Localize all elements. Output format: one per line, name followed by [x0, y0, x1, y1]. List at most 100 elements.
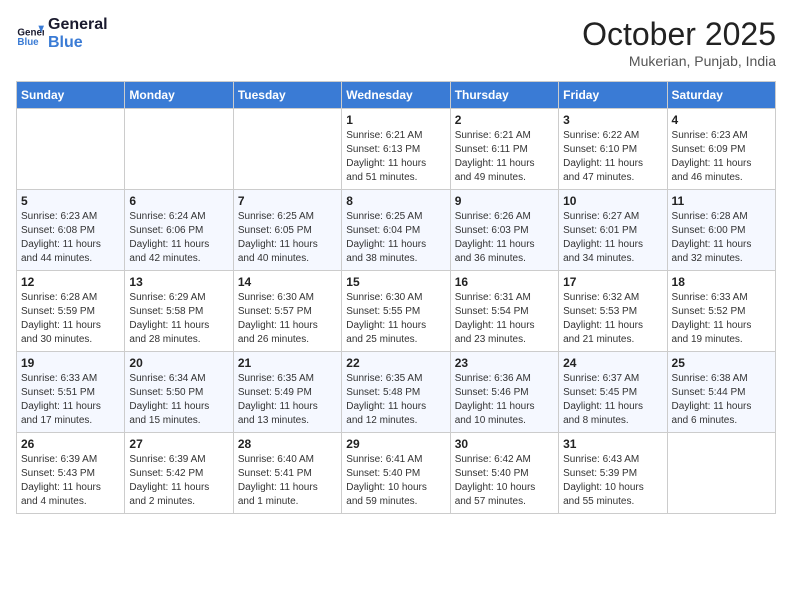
- calendar-cell: 24 Sunrise: 6:37 AM Sunset: 5:45 PM Dayli…: [559, 352, 667, 433]
- calendar-week-3: 12 Sunrise: 6:28 AM Sunset: 5:59 PM Dayli…: [17, 271, 776, 352]
- calendar-cell: 25 Sunrise: 6:38 AM Sunset: 5:44 PM Dayli…: [667, 352, 775, 433]
- day-info: Sunrise: 6:25 AM Sunset: 6:04 PM Dayligh…: [346, 210, 445, 266]
- day-number: 28: [238, 437, 337, 451]
- day-info: Sunrise: 6:36 AM Sunset: 5:46 PM Dayligh…: [455, 372, 554, 428]
- day-number: 17: [563, 275, 662, 289]
- day-info: Sunrise: 6:30 AM Sunset: 5:57 PM Dayligh…: [238, 291, 337, 347]
- day-info: Sunrise: 6:31 AM Sunset: 5:54 PM Dayligh…: [455, 291, 554, 347]
- day-number: 18: [672, 275, 771, 289]
- calendar-week-2: 5 Sunrise: 6:23 AM Sunset: 6:08 PM Daylig…: [17, 190, 776, 271]
- day-info: Sunrise: 6:21 AM Sunset: 6:13 PM Dayligh…: [346, 129, 445, 185]
- day-number: 19: [21, 356, 120, 370]
- day-info: Sunrise: 6:28 AM Sunset: 6:00 PM Dayligh…: [672, 210, 771, 266]
- day-info: Sunrise: 6:41 AM Sunset: 5:40 PM Dayligh…: [346, 453, 445, 509]
- calendar-cell: 5 Sunrise: 6:23 AM Sunset: 6:08 PM Daylig…: [17, 190, 125, 271]
- weekday-header-row: SundayMondayTuesdayWednesdayThursdayFrid…: [17, 82, 776, 109]
- calendar-cell: 29 Sunrise: 6:41 AM Sunset: 5:40 PM Dayli…: [342, 433, 450, 514]
- calendar-cell: 22Sunrise: 6:35 AM Sunset: 5:48 PM Dayli…: [342, 352, 450, 433]
- page-header: General Blue General Blue October 2025 M…: [16, 16, 776, 69]
- weekday-saturday: Saturday: [667, 82, 775, 109]
- day-info: Sunrise: 6:23 AM Sunset: 6:09 PM Dayligh…: [672, 129, 771, 185]
- calendar-cell: 3Sunrise: 6:22 AM Sunset: 6:10 PM Daylig…: [559, 109, 667, 190]
- calendar-week-1: 1 Sunrise: 6:21 AM Sunset: 6:13 PM Daylig…: [17, 109, 776, 190]
- day-info: Sunrise: 6:34 AM Sunset: 5:50 PM Dayligh…: [129, 372, 228, 428]
- day-number: 13: [129, 275, 228, 289]
- day-number: 26: [21, 437, 120, 451]
- calendar-cell: 20 Sunrise: 6:34 AM Sunset: 5:50 PM Dayli…: [125, 352, 233, 433]
- calendar-week-4: 19 Sunrise: 6:33 AM Sunset: 5:51 PM Dayli…: [17, 352, 776, 433]
- calendar-cell: 26 Sunrise: 6:39 AM Sunset: 5:43 PM Dayli…: [17, 433, 125, 514]
- day-info: Sunrise: 6:21 AM Sunset: 6:11 PM Dayligh…: [455, 129, 554, 185]
- calendar-cell: 17 Sunrise: 6:32 AM Sunset: 5:53 PM Dayli…: [559, 271, 667, 352]
- logo-line1: General: [48, 16, 108, 34]
- logo: General Blue General Blue: [16, 16, 108, 52]
- day-info: Sunrise: 6:30 AM Sunset: 5:55 PM Dayligh…: [346, 291, 445, 347]
- day-info: Sunrise: 6:43 AM Sunset: 5:39 PM Dayligh…: [563, 453, 662, 509]
- day-info: Sunrise: 6:23 AM Sunset: 6:08 PM Dayligh…: [21, 210, 120, 266]
- day-number: 12: [21, 275, 120, 289]
- day-number: 14: [238, 275, 337, 289]
- calendar-cell: 1 Sunrise: 6:21 AM Sunset: 6:13 PM Daylig…: [342, 109, 450, 190]
- calendar-cell: 2Sunrise: 6:21 AM Sunset: 6:11 PM Daylig…: [450, 109, 558, 190]
- day-info: Sunrise: 6:39 AM Sunset: 5:43 PM Dayligh…: [21, 453, 120, 509]
- month-title: October 2025: [582, 16, 776, 53]
- day-info: Sunrise: 6:32 AM Sunset: 5:53 PM Dayligh…: [563, 291, 662, 347]
- day-number: 27: [129, 437, 228, 451]
- calendar-cell: 23 Sunrise: 6:36 AM Sunset: 5:46 PM Dayli…: [450, 352, 558, 433]
- day-number: 30: [455, 437, 554, 451]
- day-info: Sunrise: 6:38 AM Sunset: 5:44 PM Dayligh…: [672, 372, 771, 428]
- calendar-cell: 9 Sunrise: 6:26 AM Sunset: 6:03 PM Daylig…: [450, 190, 558, 271]
- logo-line2: Blue: [48, 34, 108, 52]
- calendar-cell: [125, 109, 233, 190]
- calendar-cell: 28 Sunrise: 6:40 AM Sunset: 5:41 PM Dayli…: [233, 433, 341, 514]
- calendar-cell: 27 Sunrise: 6:39 AM Sunset: 5:42 PM Dayli…: [125, 433, 233, 514]
- weekday-wednesday: Wednesday: [342, 82, 450, 109]
- day-number: 16: [455, 275, 554, 289]
- weekday-monday: Monday: [125, 82, 233, 109]
- day-info: Sunrise: 6:33 AM Sunset: 5:52 PM Dayligh…: [672, 291, 771, 347]
- logo-icon: General Blue: [16, 20, 44, 48]
- title-block: October 2025 Mukerian, Punjab, India: [582, 16, 776, 69]
- day-number: 9: [455, 194, 554, 208]
- day-info: Sunrise: 6:39 AM Sunset: 5:42 PM Dayligh…: [129, 453, 228, 509]
- calendar-cell: 30 Sunrise: 6:42 AM Sunset: 5:40 PM Dayli…: [450, 433, 558, 514]
- calendar-cell: 15 Sunrise: 6:30 AM Sunset: 5:55 PM Dayli…: [342, 271, 450, 352]
- day-number: 8: [346, 194, 445, 208]
- weekday-friday: Friday: [559, 82, 667, 109]
- calendar-cell: 6 Sunrise: 6:24 AM Sunset: 6:06 PM Daylig…: [125, 190, 233, 271]
- day-info: Sunrise: 6:42 AM Sunset: 5:40 PM Dayligh…: [455, 453, 554, 509]
- day-info: Sunrise: 6:40 AM Sunset: 5:41 PM Dayligh…: [238, 453, 337, 509]
- day-number: 15: [346, 275, 445, 289]
- day-info: Sunrise: 6:26 AM Sunset: 6:03 PM Dayligh…: [455, 210, 554, 266]
- calendar-cell: 21 Sunrise: 6:35 AM Sunset: 5:49 PM Dayli…: [233, 352, 341, 433]
- calendar-cell: 14 Sunrise: 6:30 AM Sunset: 5:57 PM Dayli…: [233, 271, 341, 352]
- day-info: Sunrise: 6:35 AM Sunset: 5:49 PM Dayligh…: [238, 372, 337, 428]
- day-info: Sunrise: 6:37 AM Sunset: 5:45 PM Dayligh…: [563, 372, 662, 428]
- calendar-cell: 4 Sunrise: 6:23 AM Sunset: 6:09 PM Daylig…: [667, 109, 775, 190]
- day-number: 6: [129, 194, 228, 208]
- day-info: Sunrise: 6:28 AM Sunset: 5:59 PM Dayligh…: [21, 291, 120, 347]
- day-number: 4: [672, 113, 771, 127]
- day-number: 10: [563, 194, 662, 208]
- calendar: SundayMondayTuesdayWednesdayThursdayFrid…: [16, 81, 776, 514]
- day-number: 11: [672, 194, 771, 208]
- day-number: 20: [129, 356, 228, 370]
- calendar-header: SundayMondayTuesdayWednesdayThursdayFrid…: [17, 82, 776, 109]
- calendar-week-5: 26 Sunrise: 6:39 AM Sunset: 5:43 PM Dayli…: [17, 433, 776, 514]
- day-info: Sunrise: 6:24 AM Sunset: 6:06 PM Dayligh…: [129, 210, 228, 266]
- calendar-cell: 19 Sunrise: 6:33 AM Sunset: 5:51 PM Dayli…: [17, 352, 125, 433]
- day-number: 7: [238, 194, 337, 208]
- calendar-cell: 16 Sunrise: 6:31 AM Sunset: 5:54 PM Dayli…: [450, 271, 558, 352]
- svg-text:Blue: Blue: [17, 37, 39, 48]
- calendar-cell: [17, 109, 125, 190]
- day-number: 29: [346, 437, 445, 451]
- day-number: 25: [672, 356, 771, 370]
- day-number: 3: [563, 113, 662, 127]
- day-number: 5: [21, 194, 120, 208]
- day-number: 21: [238, 356, 337, 370]
- day-number: 24: [563, 356, 662, 370]
- day-info: Sunrise: 6:33 AM Sunset: 5:51 PM Dayligh…: [21, 372, 120, 428]
- day-number: 23: [455, 356, 554, 370]
- calendar-cell: 12 Sunrise: 6:28 AM Sunset: 5:59 PM Dayli…: [17, 271, 125, 352]
- day-number: 1: [346, 113, 445, 127]
